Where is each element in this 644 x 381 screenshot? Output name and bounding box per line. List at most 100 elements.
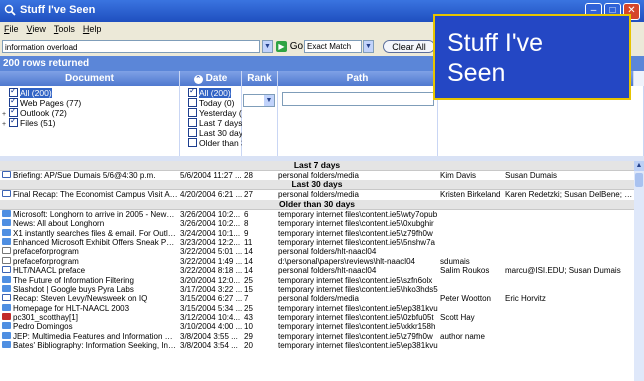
results-scrollbar[interactable]: ▲: [634, 161, 644, 381]
cell-date: 3/20/2004 12:0...: [180, 275, 241, 285]
cell-path: temporary internet files\content.ie5\z79…: [278, 228, 433, 238]
checkbox[interactable]: [188, 128, 197, 137]
cell-date: 3/22/2004 8:18 ...: [180, 266, 243, 276]
checkbox[interactable]: [188, 98, 197, 107]
rank-filter-select[interactable]: ▼: [243, 94, 275, 107]
cell-rank: 14: [244, 247, 253, 257]
menu-view[interactable]: View: [27, 24, 46, 34]
result-row[interactable]: JEP: Multimedia Features and Information…: [0, 331, 634, 341]
cell-document: prefaceforprogram: [13, 256, 79, 266]
app-window: Stuff I've Seen – □ ✕ File View Tools Help in…: [0, 0, 644, 381]
result-row[interactable]: HLT/NAACL preface 3/22/2004 8:18 ... 14 per…: [0, 266, 634, 275]
cell-rank: 14: [244, 266, 253, 276]
result-row[interactable]: Bates' Bibliography: Information Seeking…: [0, 341, 634, 350]
menu-tools[interactable]: Tools: [54, 24, 75, 34]
checkbox[interactable]: [188, 118, 197, 127]
cell-date: 3/15/2004 5:34 ...: [180, 303, 243, 313]
match-mode-dropdown-icon[interactable]: ▼: [363, 40, 374, 53]
doc-facet-item[interactable]: All (200): [0, 86, 179, 98]
date-facet-item[interactable]: Last 7 days (1): [186, 118, 255, 128]
web-icon: [2, 322, 11, 330]
web-icon: [2, 228, 11, 236]
clear-all-button[interactable]: Clear All: [383, 40, 435, 53]
web-icon: [2, 303, 11, 311]
date-facet-item[interactable]: Today (0): [186, 98, 241, 108]
cell-to: Karen Redetzki; Susan DelBene; John: [505, 190, 634, 200]
cell-path: temporary internet files\content.ie5\szf…: [278, 275, 433, 285]
cell-rank: 25: [244, 303, 253, 313]
result-row[interactable]: Final Recap: The Economist Campus Visit …: [0, 190, 634, 199]
result-row[interactable]: Pedro Domingos 3/10/2004 4:00 ... 10 tempor…: [0, 322, 634, 331]
result-row[interactable]: pc301_scotthay[1] 3/12/2004 10:4... 43 temp…: [0, 313, 634, 322]
cell-document: Briefing: AP/Sue Dumais 5/6@4:30 p.m.: [13, 171, 156, 180]
match-mode-select[interactable]: Exact Match: [304, 40, 362, 53]
column-header-path[interactable]: Path: [278, 71, 438, 86]
cell-date: 3/15/2004 6:27 ...: [180, 294, 243, 304]
magnifier-app-icon: [4, 4, 16, 16]
cell-path: temporary internet files\content.ie5\5ns…: [278, 237, 435, 247]
scroll-thumb[interactable]: [635, 173, 643, 187]
cell-from: Peter Wootton: [440, 294, 491, 304]
checkbox[interactable]: [188, 108, 197, 117]
sort-descending-icon: ⌃: [193, 75, 203, 84]
date-facet-item[interactable]: All (200): [186, 86, 241, 98]
cell-document: Microsoft: Longhorn to arrive in 2005 - …: [13, 209, 178, 219]
cell-document: News: All about Longhorn: [13, 219, 105, 229]
path-filter-input[interactable]: [282, 92, 434, 106]
result-row[interactable]: Briefing: AP/Sue Dumais 5/6@4:30 p.m. 5/6…: [0, 171, 634, 180]
cell-document: Pedro Domingos: [13, 322, 73, 332]
play-arrow-icon: ▶: [276, 41, 287, 52]
column-header-date[interactable]: ⌃ Date: [180, 71, 242, 86]
cell-rank: 6: [244, 209, 249, 219]
menu-file[interactable]: File: [4, 24, 19, 34]
cell-document: HLT/NAACL preface: [13, 266, 86, 276]
expand-plus-icon[interactable]: +: [2, 120, 9, 130]
cell-document: Recap: Steven Levy/Newsweek on IQ: [13, 294, 148, 304]
checkbox[interactable]: [9, 116, 18, 127]
mail-icon: [2, 294, 11, 302]
group-header: Last 7 days: [0, 161, 634, 171]
cell-document: Slashdot | Google buys Pyra Labs: [13, 284, 134, 294]
cell-rank: 11: [244, 237, 253, 247]
column-header-document[interactable]: Document: [0, 71, 180, 86]
cell-rank: 15: [244, 284, 253, 294]
result-row[interactable]: Recap: Steven Levy/Newsweek on IQ 3/15/20…: [0, 294, 634, 303]
cell-rank: 25: [244, 275, 253, 285]
query-history-dropdown-icon[interactable]: ▼: [262, 40, 273, 53]
doc-facet-item[interactable]: +Outlook (72): [0, 106, 179, 118]
result-row[interactable]: Homepage for HLT-NAACL 2003 3/15/2004 5:3…: [0, 303, 634, 313]
result-row[interactable]: X1 instantly searches files & email. For…: [0, 228, 634, 238]
result-row[interactable]: Enhanced Microsoft Exhibit Offers Sneak …: [0, 237, 634, 247]
search-input[interactable]: information overload: [2, 40, 260, 53]
checkbox[interactable]: [188, 138, 197, 147]
facet-label: Today (0): [199, 98, 235, 108]
cell-date: 3/12/2004 10:4...: [180, 313, 241, 323]
cell-document: Bates' Bibliography: Information Seeking…: [13, 341, 178, 351]
date-filter: All (200) Today (0) Yesterday (0) Last 7…: [180, 86, 258, 156]
doc-facet-item[interactable]: Web Pages (77): [0, 96, 179, 108]
facet-label: Web Pages (77): [20, 98, 82, 108]
go-button[interactable]: ▶ Go: [276, 40, 303, 53]
result-row[interactable]: prefaceforprogram 3/22/2004 5:01 ... 14 per…: [0, 247, 634, 256]
scroll-up-icon[interactable]: ▲: [634, 161, 644, 171]
doc-facet-item[interactable]: + Files (51): [0, 116, 179, 130]
result-row[interactable]: Slashdot | Google buys Pyra Labs 3/17/200…: [0, 284, 634, 294]
date-facet-item[interactable]: Older than 30...: [186, 138, 258, 148]
checkbox[interactable]: [188, 86, 197, 97]
result-row[interactable]: Microsoft: Longhorn to arrive in 2005 - …: [0, 209, 634, 219]
result-row[interactable]: The Future of Information Filtering 3/20/…: [0, 275, 634, 285]
cell-document: Homepage for HLT-NAACL 2003: [13, 303, 130, 313]
result-row[interactable]: News: All about Longhorn 3/26/2004 10:2..…: [0, 219, 634, 228]
window-title: Stuff I've Seen: [20, 4, 96, 16]
date-facet-item[interactable]: Yesterday (0): [186, 108, 249, 118]
result-row[interactable]: prefaceforprogram 3/22/2004 1:49 ... 14 d:\…: [0, 256, 634, 266]
cell-rank: 20: [244, 341, 253, 351]
menu-help[interactable]: Help: [83, 24, 102, 34]
facet-label: Outlook (72): [20, 108, 67, 118]
web-icon: [2, 219, 11, 227]
cell-date: 3/22/2004 1:49 ...: [180, 256, 243, 266]
date-facet-item[interactable]: Last 30 days (: [186, 128, 252, 138]
column-header-rank[interactable]: Rank: [242, 71, 278, 86]
cell-path: personal folders/media: [278, 171, 359, 180]
cell-date: 3/26/2004 10:2...: [180, 209, 241, 219]
